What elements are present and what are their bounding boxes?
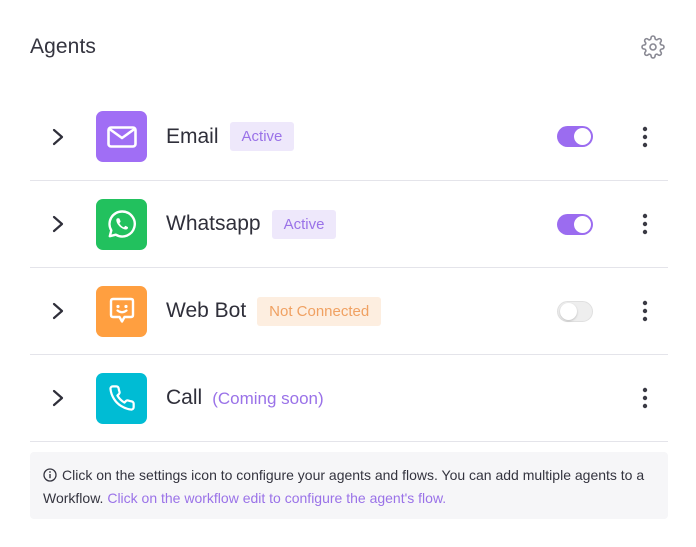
agent-row-email: Email Active: [30, 93, 668, 181]
phone-icon: [96, 372, 147, 424]
agent-name: Web Bot: [166, 299, 247, 322]
status-badge: Active: [229, 122, 295, 151]
agent-row-call: Call (Coming soon): [30, 355, 668, 442]
chevron-right-icon[interactable]: [48, 214, 68, 234]
status-badge: Not Connected: [257, 296, 382, 326]
status-badge: Active: [271, 209, 337, 239]
agent-row-web-bot: Web Bot Not Connected: [30, 268, 668, 355]
info-note: Click on the settings icon to configure …: [30, 452, 668, 519]
chat-bot-icon: [96, 285, 147, 337]
mail-icon: [96, 111, 147, 162]
agents-panel: Agents Email Active Whatsapp Active Web …: [0, 0, 696, 547]
more-vertical-icon[interactable]: [635, 124, 655, 150]
agent-name-wrap: Email Active: [166, 122, 295, 151]
agent-row-whatsapp: Whatsapp Active: [30, 181, 668, 268]
agent-name-wrap: Web Bot Not Connected: [166, 296, 382, 326]
agent-name: Call: [166, 386, 203, 409]
more-vertical-icon[interactable]: [635, 385, 655, 411]
chevron-right-icon[interactable]: [48, 301, 68, 321]
chevron-right-icon[interactable]: [48, 388, 68, 408]
toggle-knob: [574, 215, 591, 233]
agent-name: Whatsapp: [166, 212, 261, 235]
page-title: Agents: [30, 35, 96, 58]
more-vertical-icon[interactable]: [635, 211, 655, 237]
chevron-right-icon[interactable]: [48, 127, 68, 147]
agent-name-wrap: Whatsapp Active: [166, 209, 337, 239]
more-vertical-icon[interactable]: [635, 298, 655, 324]
agent-list: Email Active Whatsapp Active Web Bot Not…: [30, 93, 668, 442]
panel-header: Agents: [30, 30, 666, 64]
agent-toggle[interactable]: [557, 300, 593, 322]
workflow-edit-link[interactable]: Click on the workflow edit to configure …: [107, 490, 446, 506]
toggle-knob: [574, 128, 591, 145]
status-badge: (Coming soon): [212, 388, 324, 408]
agent-name-wrap: Call (Coming soon): [166, 384, 324, 413]
gear-icon[interactable]: [640, 34, 666, 60]
info-icon: [43, 467, 57, 488]
whatsapp-icon: [96, 198, 147, 250]
agent-toggle[interactable]: [557, 213, 593, 235]
agent-name: Email: [166, 124, 219, 148]
toggle-knob: [560, 302, 577, 320]
agent-toggle[interactable]: [557, 126, 593, 147]
